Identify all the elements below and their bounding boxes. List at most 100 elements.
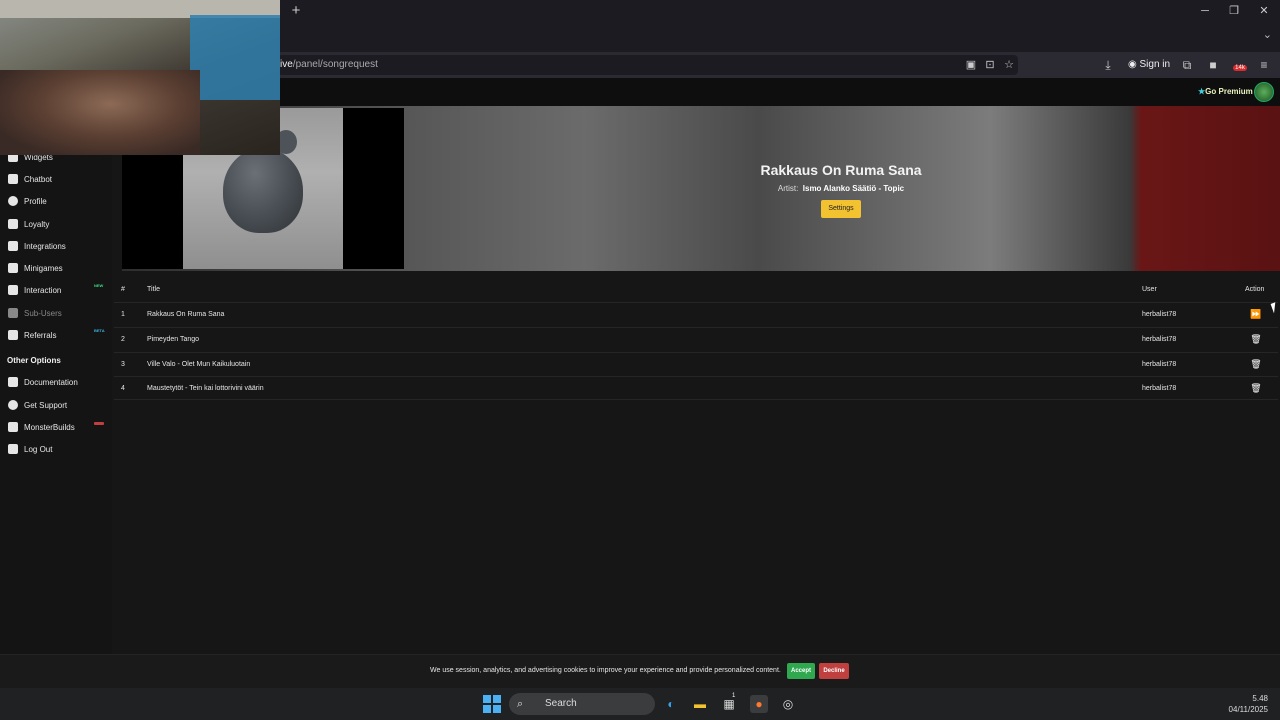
firefox-icon[interactable]: ● bbox=[750, 695, 768, 713]
row-number: 4 bbox=[121, 385, 125, 392]
taskbar-search-box[interactable]: Search bbox=[509, 693, 655, 715]
sidebar-item-monsterbuilds[interactable]: MonsterBuilds bbox=[8, 419, 75, 435]
referrals-icon bbox=[8, 330, 18, 340]
skip-forward-icon[interactable]: ⏩ bbox=[1249, 309, 1263, 321]
sidebar-item-profile[interactable]: Profile bbox=[8, 193, 47, 209]
table-row: 3 Ville Valo - Olet Mun Kaikuluotain her… bbox=[114, 352, 1278, 376]
sidebar-item-get-support[interactable]: Get Support bbox=[8, 397, 67, 413]
new-tag-badge: NEW bbox=[94, 283, 104, 288]
search-icon: ⌕ bbox=[517, 698, 524, 710]
sidebar-item-label: Interaction bbox=[24, 285, 62, 295]
go-premium-label: Go Premium bbox=[1205, 87, 1253, 96]
extension-badge: 14k bbox=[1233, 65, 1247, 71]
profile-icon bbox=[8, 196, 18, 206]
sidebar-item-integrations[interactable]: Integrations bbox=[8, 238, 66, 254]
sub-users-icon bbox=[8, 308, 18, 318]
trash-icon[interactable]: 🗑 bbox=[1249, 383, 1263, 395]
sidebar-item-interaction[interactable]: Interaction bbox=[8, 282, 61, 298]
table-row: 4 Maustetytöt - Tein kai lottorivini vää… bbox=[114, 376, 1278, 400]
sign-in-label: Sign in bbox=[1139, 59, 1171, 70]
sidebar-item-label: Log Out bbox=[24, 444, 53, 454]
row-number: 2 bbox=[121, 336, 125, 343]
minimize-button[interactable]: ─ bbox=[1196, 3, 1214, 19]
account-icon: ◉ bbox=[1128, 59, 1137, 70]
sidebar-item-referrals[interactable]: Referrals bbox=[8, 327, 56, 343]
sidebar-item-documentation[interactable]: Documentation bbox=[8, 374, 78, 390]
go-premium-link[interactable]: ★Go Premium bbox=[1198, 86, 1253, 98]
accept-cookies-button[interactable]: Accept bbox=[787, 663, 815, 679]
new-tab-button[interactable]: + bbox=[289, 3, 303, 19]
taskbar-clock-time[interactable]: 5.48 bbox=[1230, 694, 1268, 703]
windows-start-icon[interactable] bbox=[483, 695, 501, 713]
extension-badge-icon[interactable]: 14k bbox=[1232, 57, 1248, 73]
trash-icon[interactable]: 🗑 bbox=[1249, 359, 1263, 371]
logout-icon bbox=[8, 444, 18, 454]
other-options-heading: Other Options bbox=[7, 356, 61, 365]
sidebar-item-label: Chatbot bbox=[24, 174, 53, 184]
documentation-icon bbox=[8, 377, 18, 387]
menu-hamburger-icon[interactable]: ≡ bbox=[1256, 57, 1272, 73]
row-user: herbalist78 bbox=[1142, 361, 1177, 368]
sidebar-item-label: Minigames bbox=[24, 263, 63, 273]
sidebar-item-label: Integrations bbox=[24, 241, 66, 251]
webcam-overlay bbox=[0, 0, 280, 155]
sidebar-item-log-out[interactable]: Log Out bbox=[8, 441, 52, 457]
sidebar-item-sub-users[interactable]: Sub-Users bbox=[8, 305, 62, 321]
column-header-number: # bbox=[121, 286, 125, 293]
store-badge: 1 bbox=[732, 693, 736, 699]
trophy-icon bbox=[8, 219, 18, 229]
row-user: herbalist78 bbox=[1142, 311, 1177, 318]
taskbar-clock-date[interactable]: 04/11/2025 bbox=[1220, 705, 1268, 714]
table-row: 2 Pimeyden Tango herbalist78 🗑 bbox=[114, 327, 1278, 351]
table-row: 1 Rakkaus On Ruma Sana herbalist78 ⏩ bbox=[114, 302, 1278, 326]
row-user: herbalist78 bbox=[1142, 336, 1177, 343]
list-tabs-chevron-icon[interactable]: ⌄ bbox=[1263, 28, 1272, 41]
monsterbuilds-hot-badge bbox=[94, 422, 104, 425]
music-icon bbox=[8, 285, 18, 295]
file-explorer-icon[interactable]: ▬ bbox=[691, 695, 709, 713]
sidebar-item-chatbot[interactable]: Chatbot bbox=[8, 171, 52, 187]
user-avatar[interactable] bbox=[1254, 82, 1274, 102]
extensions-puzzle-icon[interactable]: ⧉ bbox=[1179, 57, 1195, 73]
sidebar-item-label: Loyalty bbox=[24, 219, 50, 229]
sidebar-item-label: MonsterBuilds bbox=[24, 422, 75, 432]
sidebar-item-label: Sub-Users bbox=[24, 308, 62, 318]
sidebar-item-label: Documentation bbox=[24, 377, 78, 387]
row-title: Rakkaus On Ruma Sana bbox=[147, 311, 225, 318]
picture-in-picture-icon[interactable]: ▣ bbox=[964, 58, 978, 72]
sidebar-item-label: Referrals bbox=[24, 330, 57, 340]
edge-browser-icon[interactable]: ◐ bbox=[662, 695, 680, 713]
laptop-icon bbox=[8, 422, 18, 432]
address-bar[interactable]: ive/panel/songrequest bbox=[278, 55, 1018, 75]
sign-in-button[interactable]: ◉ Sign in bbox=[1128, 57, 1170, 73]
row-title: Pimeyden Tango bbox=[147, 336, 200, 343]
beta-tag-badge: BETA bbox=[94, 328, 105, 333]
gamepad-icon bbox=[8, 263, 18, 273]
settings-button[interactable]: Settings bbox=[821, 200, 861, 218]
support-icon bbox=[8, 400, 18, 410]
row-title: Maustetytöt - Tein kai lottorivini vääri… bbox=[147, 385, 264, 392]
sidebar-item-minigames[interactable]: Minigames bbox=[8, 260, 63, 276]
row-title: Ville Valo - Olet Mun Kaikuluotain bbox=[147, 361, 251, 368]
now-playing-artist: Artist: Ismo Alanko Säätiö - Topic bbox=[700, 184, 982, 193]
cookie-consent-text: We use session, analytics, and advertisi… bbox=[430, 667, 781, 674]
column-header-title: Title bbox=[147, 286, 160, 293]
downloads-icon[interactable]: ⤓ bbox=[1100, 57, 1116, 73]
url-host: ive bbox=[280, 59, 293, 70]
url-path: /panel/songrequest bbox=[292, 59, 378, 70]
decline-cookies-button[interactable]: Decline bbox=[819, 663, 849, 679]
obs-app-icon[interactable]: ◎ bbox=[779, 695, 797, 713]
close-window-button[interactable]: ✕ bbox=[1255, 3, 1273, 19]
artist-label: Artist: bbox=[777, 184, 799, 193]
bookmark-star-icon[interactable]: ☆ bbox=[1002, 58, 1016, 72]
restore-button[interactable]: ❐ bbox=[1225, 3, 1243, 19]
sidebar-item-loyalty[interactable]: Loyalty bbox=[8, 216, 49, 232]
extension-icon[interactable]: ■ bbox=[1205, 57, 1221, 73]
sidebar-item-label: Get Support bbox=[24, 400, 68, 410]
trash-icon[interactable]: 🗑 bbox=[1249, 334, 1263, 346]
row-number: 1 bbox=[121, 311, 125, 318]
row-user: herbalist78 bbox=[1142, 385, 1177, 392]
save-page-icon[interactable]: ⊡ bbox=[983, 58, 997, 72]
chatbot-icon bbox=[8, 174, 18, 184]
row-number: 3 bbox=[121, 361, 125, 368]
